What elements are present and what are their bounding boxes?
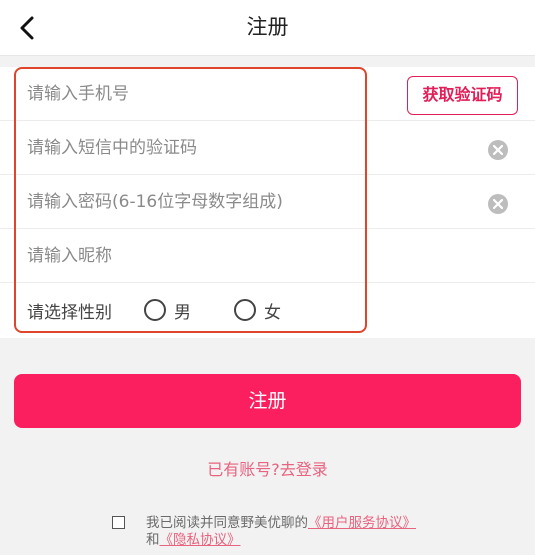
agreement-text: 我已阅读并同意野美优聊的《用户服务协议》和《隐私协议》 bbox=[146, 515, 426, 549]
clear-password-icon[interactable] bbox=[487, 193, 509, 215]
gender-male-radio[interactable] bbox=[144, 299, 166, 321]
get-verification-code-button[interactable]: 获取验证码 bbox=[407, 76, 518, 115]
gender-female-radio[interactable] bbox=[234, 299, 256, 321]
agreement-prefix: 我已阅读并同意野美优聊的 bbox=[146, 515, 308, 531]
phone-input[interactable] bbox=[27, 67, 387, 120]
password-row bbox=[0, 175, 535, 229]
agreement-checkbox[interactable] bbox=[112, 516, 125, 529]
nickname-row bbox=[0, 229, 535, 283]
clear-sms-code-icon[interactable] bbox=[487, 139, 509, 161]
sms-code-input[interactable] bbox=[27, 121, 387, 174]
privacy-agreement-link[interactable]: 《隐私协议》 bbox=[160, 532, 241, 548]
register-button[interactable]: 注册 bbox=[14, 374, 521, 428]
page-title: 注册 bbox=[246, 15, 289, 39]
sms-code-row bbox=[0, 121, 535, 175]
top-bar: 注册 bbox=[0, 0, 535, 56]
password-input[interactable] bbox=[27, 175, 387, 228]
gender-label: 请选择性别 bbox=[27, 303, 112, 323]
gender-female-label[interactable]: 女 bbox=[264, 302, 281, 324]
user-agreement-link[interactable]: 《用户服务协议》 bbox=[308, 515, 416, 531]
agreement-connector: 和 bbox=[146, 532, 160, 548]
login-link[interactable]: 已有账号?去登录 bbox=[0, 456, 535, 480]
gender-male-label[interactable]: 男 bbox=[174, 302, 191, 324]
nickname-input[interactable] bbox=[27, 229, 387, 282]
